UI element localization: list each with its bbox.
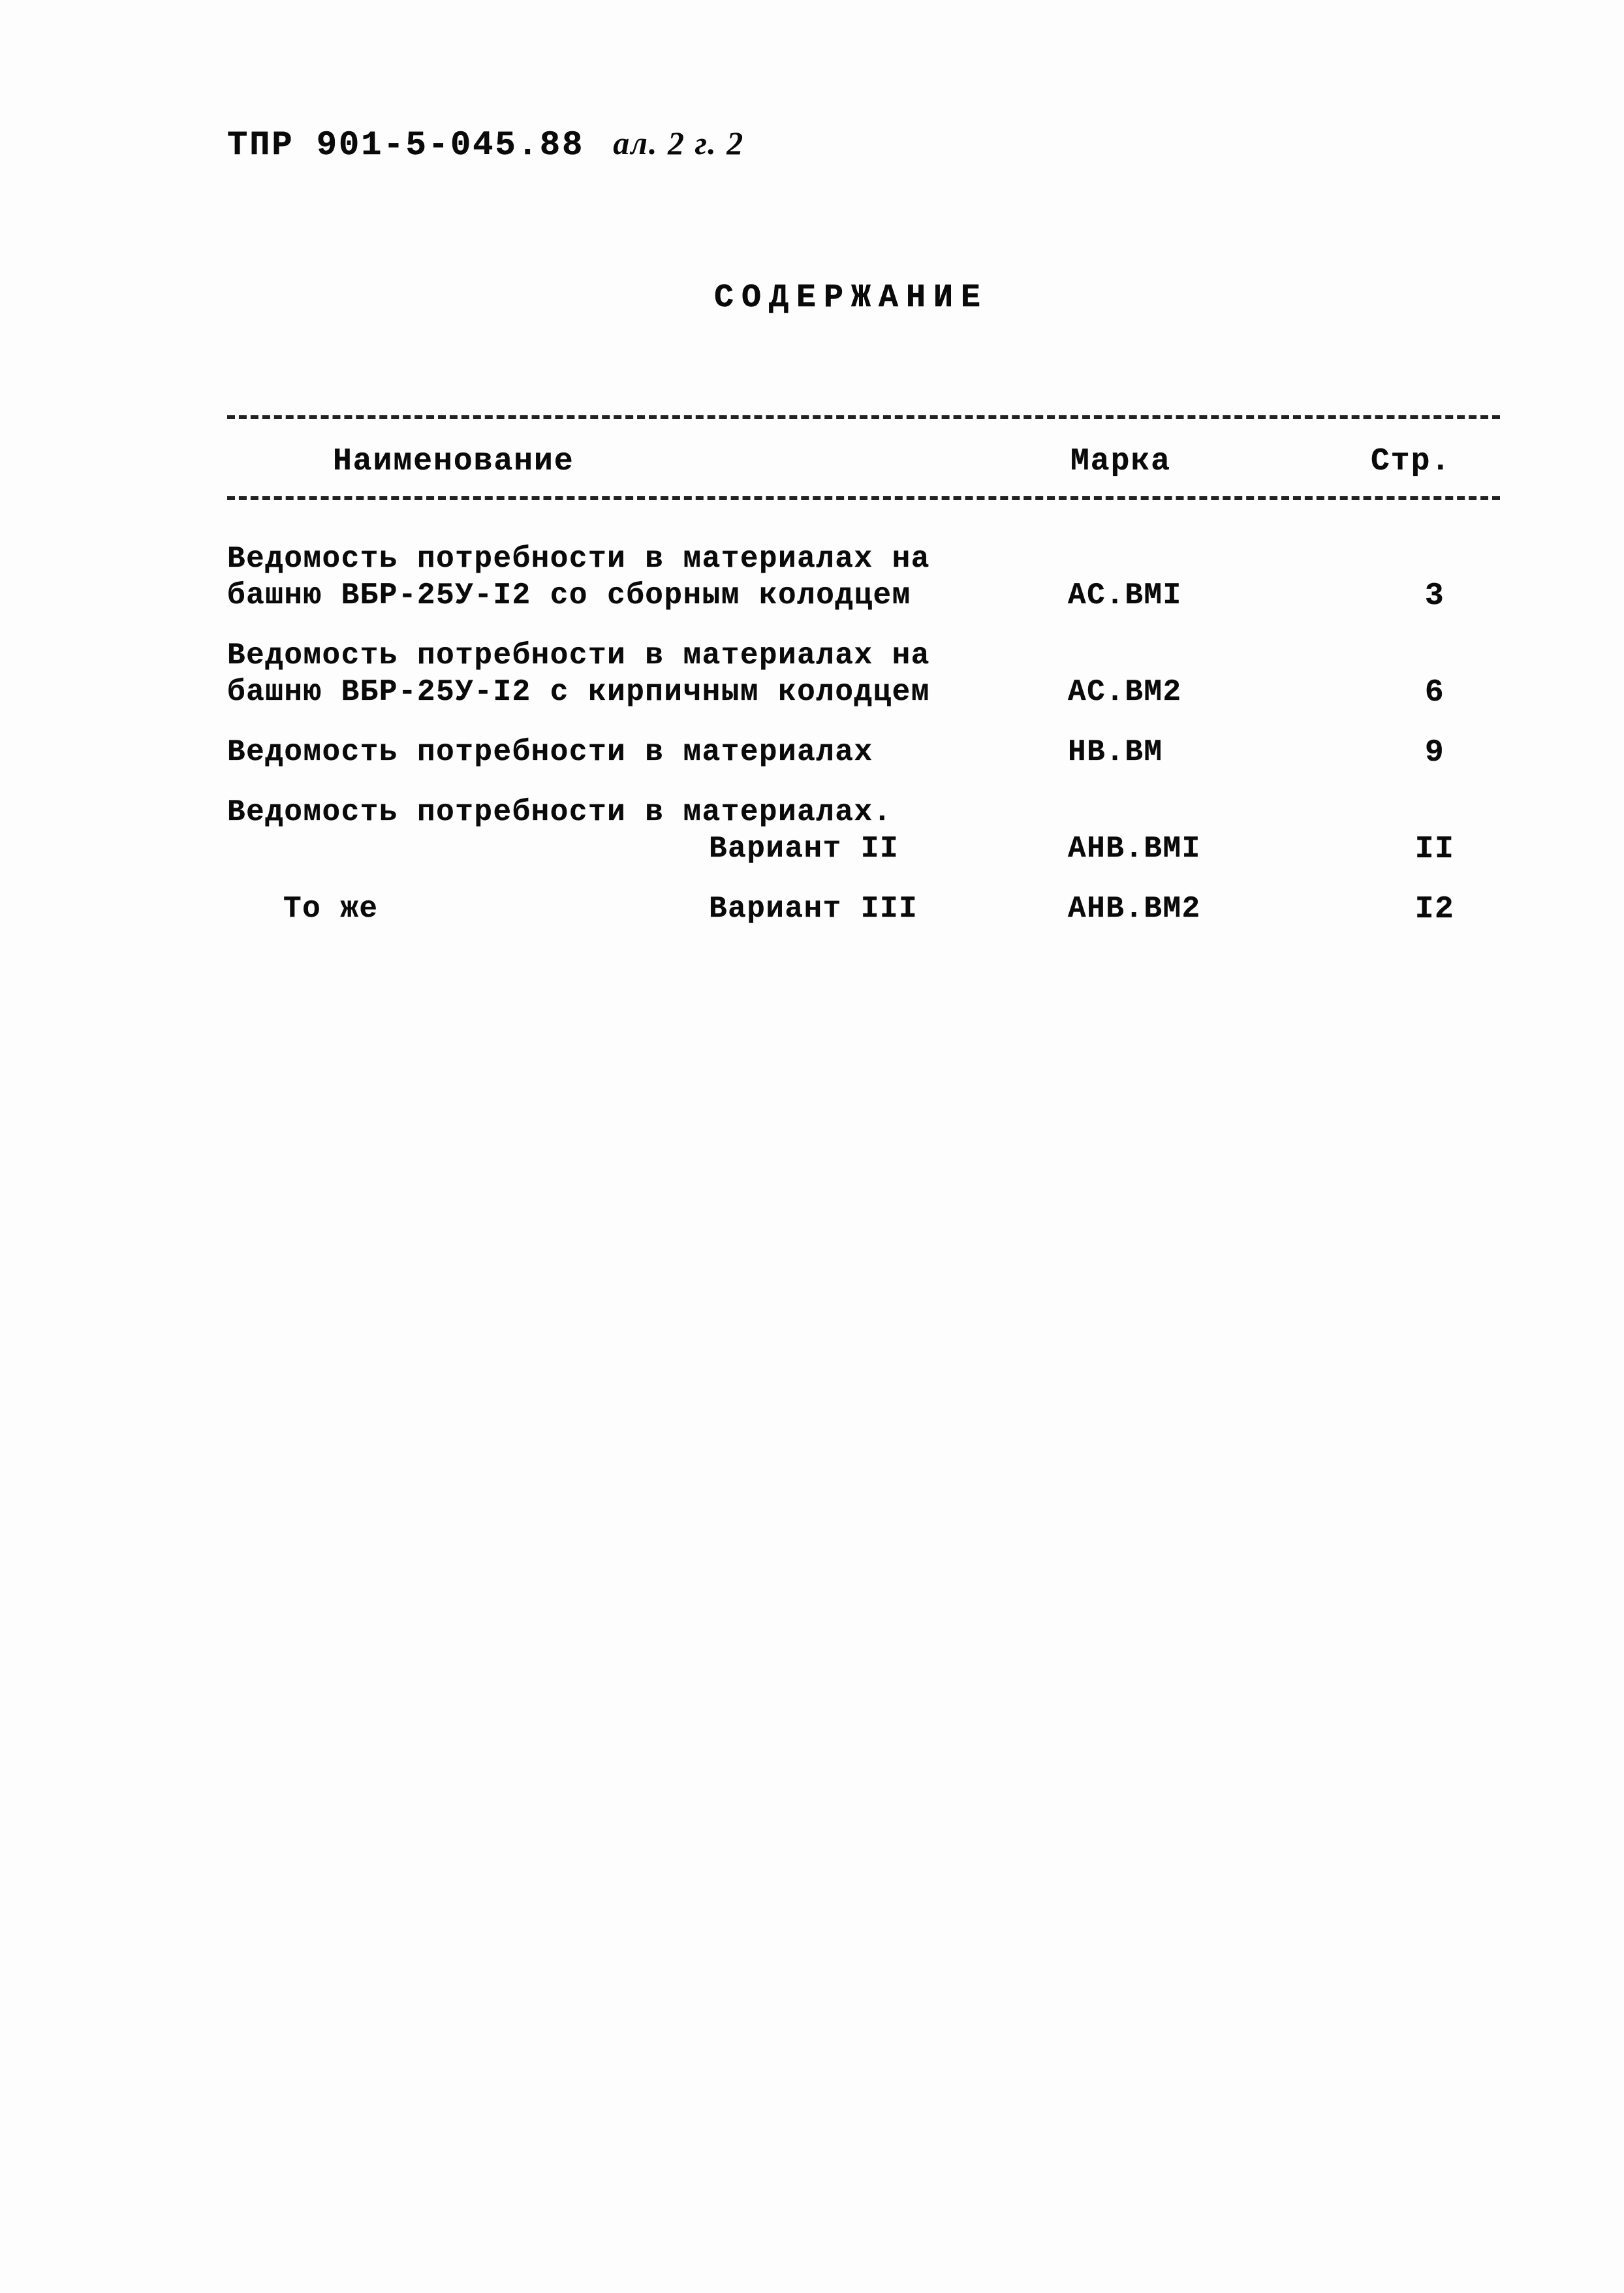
column-header-mark: Марка <box>1070 444 1172 479</box>
table-row: Ведомость потребности в материалах НВ.ВМ… <box>227 735 1500 772</box>
entry-page: 3 <box>1424 578 1445 614</box>
table-header-row: Наименование Марка Стр. <box>227 419 1500 496</box>
table-header-divider <box>227 496 1500 500</box>
entry-mark: АС.ВМ2 <box>1068 675 1182 709</box>
entry-page: II <box>1414 832 1455 867</box>
column-header-page: Стр. <box>1371 444 1452 479</box>
entry-variant: Вариант III <box>709 892 918 926</box>
entry-page: I2 <box>1414 892 1455 927</box>
document-page: ТПР 901-5-045.88 ал. 2 г. 2 СОДЕРЖАНИЕ Н… <box>0 0 1624 2293</box>
entry-variant: Вариант II <box>709 832 899 866</box>
table-row: Ведомость потребности в материалах на ба… <box>227 639 1500 712</box>
entry-name-line-1: То же <box>283 892 379 926</box>
table-row: То же Вариант III АНВ.ВМ2 I2 <box>227 892 1500 928</box>
document-header: ТПР 901-5-045.88 ал. 2 г. 2 <box>227 124 744 165</box>
entry-name-line-1: Ведомость потребности в материалах на <box>227 639 930 672</box>
document-code: ТПР 901-5-045.88 <box>227 126 585 165</box>
entry-name-line-2: башню ВБР-25У-I2 с кирпичным колодцем <box>227 675 930 709</box>
entry-page: 9 <box>1424 735 1445 770</box>
column-header-name: Наименование <box>333 444 574 479</box>
table-body: Ведомость потребности в материалах на ба… <box>227 542 1500 928</box>
entry-name-line-2: башню ВБР-25У-I2 со сборным колодцем <box>227 578 911 612</box>
table-of-contents: Наименование Марка Стр. Ведомость потреб… <box>227 415 1500 952</box>
table-row: Ведомость потребности в материалах. Вари… <box>227 795 1500 868</box>
entry-mark: АНВ.ВМ2 <box>1068 892 1201 926</box>
handwritten-annotation: ал. 2 г. 2 <box>613 125 745 161</box>
entry-mark: АС.ВМI <box>1068 578 1182 612</box>
page-title: СОДЕРЖАНИЕ <box>713 279 989 317</box>
entry-page: 6 <box>1424 675 1445 710</box>
entry-name-line-1: Ведомость потребности в материалах на <box>227 542 930 576</box>
table-row: Ведомость потребности в материалах на ба… <box>227 542 1500 615</box>
entry-mark: АНВ.ВМI <box>1068 832 1201 866</box>
entry-name-line-1: Ведомость потребности в материалах <box>227 735 873 769</box>
entry-mark: НВ.ВМ <box>1068 735 1163 769</box>
entry-name-line-1: Ведомость потребности в материалах. <box>227 795 892 829</box>
